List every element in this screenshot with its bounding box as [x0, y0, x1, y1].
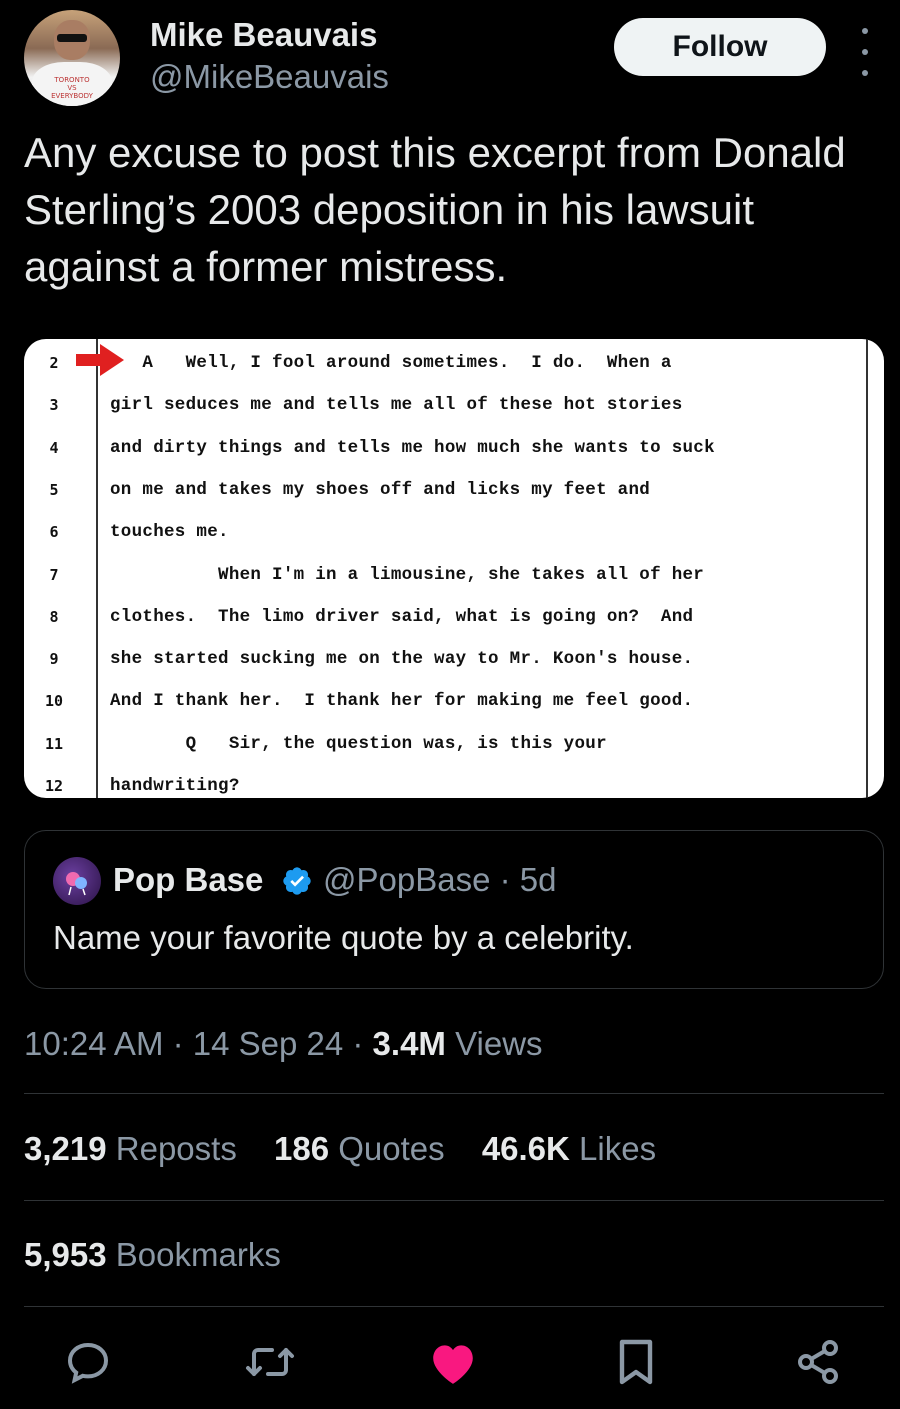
- transcript-line-number: 11: [44, 734, 64, 753]
- transcript-line: 10 And I thank her. I thank her for makin…: [24, 679, 884, 721]
- tweet-text: Any excuse to post this excerpt from Don…: [24, 129, 846, 290]
- transcript-line-text: And I thank her. I thank her for making …: [110, 691, 694, 712]
- transcript-line-text: and dirty things and tells me how much s…: [110, 437, 715, 458]
- transcript-line: 4 and dirty things and tells me how much …: [24, 426, 884, 468]
- likes-count: 46.6K: [481, 1130, 570, 1167]
- divider: [24, 1306, 884, 1307]
- reply-icon[interactable]: [62, 1336, 114, 1388]
- tweet-header: TORONTO VS EVERYBODY Mike Beauvais @Mike…: [24, 8, 884, 108]
- transcript-line: 3 girl seduces me and tells me all of the…: [24, 383, 884, 425]
- transcript-line-text: she started sucking me on the way to Mr.…: [110, 649, 694, 670]
- views-count: 3.4M: [372, 1025, 446, 1062]
- transcript-line-text: touches me.: [110, 522, 229, 543]
- tweet-meta: 10:24 AM · 14 Sep 24 · 3.4M Views: [24, 1025, 543, 1063]
- divider: [24, 1200, 884, 1201]
- transcript-line-number: 9: [49, 650, 59, 669]
- transcript-line-number: 6: [49, 523, 59, 542]
- transcript-line: 2 A Well, I fool around sometimes. I do.…: [24, 341, 884, 383]
- like-icon[interactable]: [427, 1336, 479, 1388]
- transcript-line-number: 10: [44, 692, 64, 711]
- views-label: Views: [445, 1025, 543, 1062]
- transcript-line-text: on me and takes my shoes off and licks m…: [110, 479, 651, 500]
- author-name[interactable]: Mike Beauvais: [150, 16, 377, 54]
- quotes-count: 186: [274, 1130, 330, 1167]
- transcript-line-number: 3: [49, 396, 59, 415]
- quoted-handle-time[interactable]: @PopBase · 5d: [323, 861, 556, 899]
- transcript-line-text: handwriting?: [110, 776, 240, 796]
- likes-label: Likes: [579, 1130, 657, 1167]
- reposts-count: 3,219: [24, 1130, 107, 1167]
- transcript-line-text: A Well, I fool around sometimes. I do. W…: [110, 353, 672, 373]
- transcript-line-number: 7: [49, 565, 59, 584]
- verified-badge-icon: [283, 867, 311, 895]
- avatar-shirt-text: TORONTO VS EVERYBODY: [51, 76, 93, 100]
- quotes-stat[interactable]: 186 Quotes: [274, 1130, 445, 1167]
- tweet-timestamp[interactable]: 10:24 AM · 14 Sep 24 ·: [24, 1025, 373, 1062]
- tweet-media-image[interactable]: 2 A Well, I fool around sometimes. I do.…: [24, 339, 884, 798]
- author-handle[interactable]: @MikeBeauvais: [150, 58, 389, 96]
- quoted-text: Name your favorite quote by a celebrity.: [53, 919, 634, 956]
- more-icon[interactable]: [850, 28, 880, 76]
- quotes-label: Quotes: [338, 1130, 445, 1167]
- transcript-line-number: 8: [49, 607, 59, 626]
- follow-button[interactable]: Follow: [614, 18, 826, 76]
- transcript-line-text: girl seduces me and tells me all of thes…: [110, 395, 683, 416]
- transcript-line: 6 touches me.: [24, 510, 884, 552]
- repost-icon[interactable]: [244, 1336, 296, 1388]
- transcript-line: 12 handwriting?: [24, 764, 884, 798]
- red-arrow-icon: [76, 344, 124, 376]
- transcript-line: 8 clothes. The limo driver said, what is …: [24, 595, 884, 637]
- share-icon[interactable]: [792, 1336, 844, 1388]
- bookmarks-label: Bookmarks: [115, 1236, 281, 1273]
- transcript-line: 5 on me and takes my shoes off and licks …: [24, 468, 884, 510]
- likes-stat[interactable]: 46.6K Likes: [482, 1130, 656, 1167]
- divider: [24, 1093, 884, 1094]
- quoted-author-name[interactable]: Pop Base: [113, 861, 263, 899]
- author-avatar[interactable]: TORONTO VS EVERYBODY: [24, 10, 120, 106]
- bookmarks-stat[interactable]: 5,953 Bookmarks: [24, 1236, 281, 1274]
- reposts-stat[interactable]: 3,219 Reposts: [24, 1130, 237, 1167]
- transcript-line-text: When I'm in a limousine, she takes all o…: [110, 564, 705, 585]
- bookmark-icon[interactable]: [610, 1336, 662, 1388]
- reposts-label: Reposts: [115, 1130, 237, 1167]
- transcript-line-number: 12: [44, 777, 64, 795]
- quoted-avatar[interactable]: [53, 857, 101, 905]
- transcript-line-number: 2: [49, 354, 59, 372]
- transcript-line-number: 5: [49, 480, 59, 499]
- transcript-line-number: 4: [49, 438, 59, 457]
- action-bar: [0, 1336, 900, 1396]
- bookmarks-count: 5,953: [24, 1236, 107, 1273]
- transcript-line-text: clothes. The limo driver said, what is g…: [110, 606, 694, 627]
- transcript-line: 9 she started sucking me on the way to Mr…: [24, 637, 884, 679]
- transcript-line-text: Q Sir, the question was, is this your: [110, 733, 607, 754]
- quoted-tweet[interactable]: Pop Base @PopBase · 5d Name your favorit…: [24, 830, 884, 989]
- engagement-stats: 3,219 Reposts 186 Quotes 46.6K Likes: [24, 1130, 684, 1168]
- transcript-line: 7 When I'm in a limousine, she takes all…: [24, 553, 884, 595]
- transcript-line: 11 Q Sir, the question was, is this your: [24, 722, 884, 764]
